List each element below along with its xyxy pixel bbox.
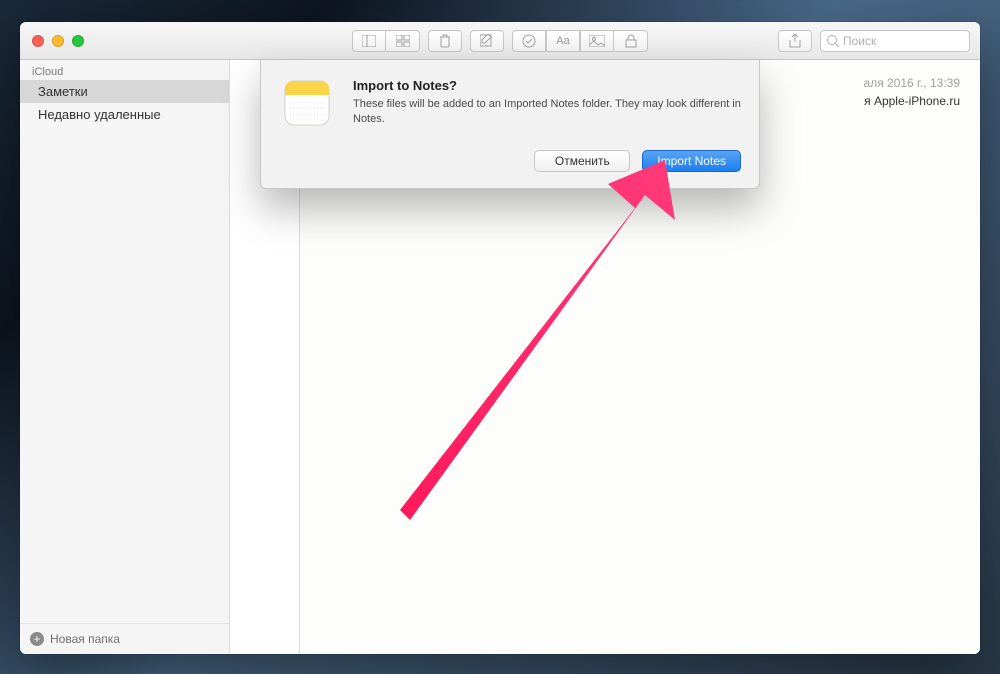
- new-folder-button[interactable]: + Новая папка: [20, 623, 229, 654]
- photo-icon: [589, 35, 605, 47]
- search-input[interactable]: Поиск: [820, 30, 970, 52]
- minimize-window-button[interactable]: [52, 35, 64, 47]
- close-window-button[interactable]: [32, 35, 44, 47]
- share-button[interactable]: [778, 30, 812, 52]
- toolbar-right: Поиск: [778, 30, 970, 52]
- traffic-lights: [20, 35, 84, 47]
- import-notes-button[interactable]: Import Notes: [642, 150, 741, 172]
- new-note-button[interactable]: [470, 30, 504, 52]
- lock-button[interactable]: [614, 30, 648, 52]
- dialog-icon: [279, 78, 335, 128]
- list-view-button[interactable]: [352, 30, 386, 52]
- dialog-message: These files will be added to an Imported…: [353, 97, 741, 127]
- sidebar: iCloud Заметки Недавно удаленные + Новая…: [20, 60, 230, 654]
- checklist-button[interactable]: [512, 30, 546, 52]
- search-icon: [826, 34, 840, 48]
- titlebar: Aa Поиск: [20, 22, 980, 60]
- maximize-window-button[interactable]: [72, 35, 84, 47]
- trash-icon: [439, 34, 451, 48]
- format-icon: Aa: [556, 35, 569, 47]
- search-placeholder: Поиск: [843, 34, 876, 48]
- format-button[interactable]: Aa: [546, 30, 580, 52]
- plus-icon: +: [30, 632, 44, 646]
- sidebar-item-label: Недавно удаленные: [38, 107, 161, 122]
- new-folder-label: Новая папка: [50, 632, 120, 646]
- delete-button[interactable]: [428, 30, 462, 52]
- import-dialog: Import to Notes? These files will be add…: [260, 60, 760, 189]
- cancel-button[interactable]: Отменить: [534, 150, 630, 172]
- lock-icon: [625, 34, 637, 48]
- dialog-title: Import to Notes?: [353, 78, 741, 93]
- grid-view-icon: [396, 35, 410, 47]
- grid-view-button[interactable]: [386, 30, 420, 52]
- cancel-button-label: Отменить: [555, 154, 610, 168]
- sidebar-section-header: iCloud: [20, 60, 229, 80]
- list-view-icon: [362, 35, 376, 47]
- checklist-icon: [522, 34, 536, 48]
- sidebar-item-label: Заметки: [38, 84, 88, 99]
- toolbar: Aa: [352, 30, 648, 52]
- sidebar-item-recently-deleted[interactable]: Недавно удаленные: [20, 103, 229, 126]
- attach-button[interactable]: [580, 30, 614, 52]
- share-icon: [789, 34, 801, 48]
- compose-icon: [480, 34, 494, 47]
- sidebar-item-notes[interactable]: Заметки: [20, 80, 229, 103]
- import-button-label: Import Notes: [657, 154, 726, 168]
- notes-app-icon: [282, 78, 332, 128]
